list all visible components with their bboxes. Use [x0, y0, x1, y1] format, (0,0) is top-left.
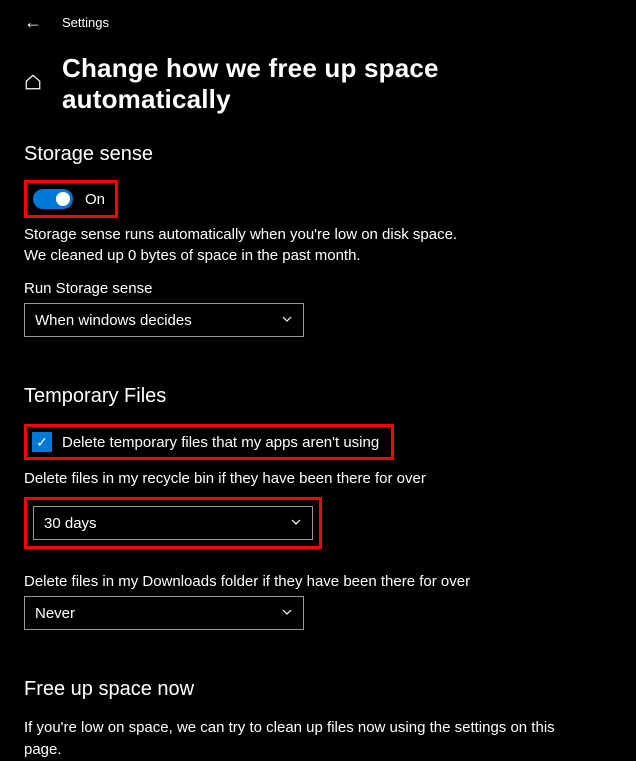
recycle-dropdown-value: 30 days [44, 515, 97, 532]
storage-sense-desc1: Storage sense runs automatically when yo… [24, 224, 612, 245]
checkbox-highlight: ✓ Delete temporary files that my apps ar… [24, 424, 394, 460]
storage-sense-heading: Storage sense [24, 143, 612, 166]
checkmark-icon: ✓ [36, 434, 48, 451]
home-icon[interactable] [24, 73, 42, 96]
toggle-knob [56, 192, 70, 206]
chevron-down-icon [281, 313, 293, 328]
downloads-dropdown-value: Never [35, 605, 75, 622]
recycle-bin-label: Delete files in my recycle bin if they h… [24, 470, 612, 487]
temporary-files-heading: Temporary Files [24, 385, 612, 408]
downloads-label: Delete files in my Downloads folder if t… [24, 573, 612, 590]
storage-sense-desc2: We cleaned up 0 bytes of space in the pa… [24, 245, 612, 266]
delete-temp-checkbox[interactable]: ✓ [32, 432, 52, 452]
app-title: Settings [62, 15, 109, 30]
toggle-state-label: On [85, 191, 105, 208]
page-title: Change how we free up space automaticall… [62, 53, 612, 115]
delete-temp-checkbox-row: ✓ Delete temporary files that my apps ar… [27, 427, 391, 457]
recycle-bin-dropdown[interactable]: 30 days [33, 506, 313, 540]
downloads-dropdown[interactable]: Never [24, 596, 304, 630]
free-up-space-heading: Free up space now [24, 678, 612, 701]
back-arrow-icon[interactable]: ← [24, 12, 42, 33]
run-storage-sense-label: Run Storage sense [24, 280, 612, 297]
storage-sense-toggle[interactable] [33, 189, 73, 209]
chevron-down-icon [281, 606, 293, 621]
run-storage-sense-dropdown[interactable]: When windows decides [24, 303, 304, 337]
run-dropdown-value: When windows decides [35, 312, 192, 329]
free-up-space-body: If you're low on space, we can try to cl… [24, 717, 564, 761]
storage-sense-toggle-row: On [27, 183, 115, 215]
title-row: Change how we free up space automaticall… [24, 53, 612, 115]
toggle-highlight: On [24, 180, 118, 218]
chevron-down-icon [290, 516, 302, 531]
header-bar: ← Settings [0, 0, 636, 41]
delete-temp-checkbox-label: Delete temporary files that my apps aren… [62, 434, 379, 451]
content-area: Change how we free up space automaticall… [0, 41, 636, 761]
recycle-dropdown-highlight: 30 days [24, 497, 322, 549]
